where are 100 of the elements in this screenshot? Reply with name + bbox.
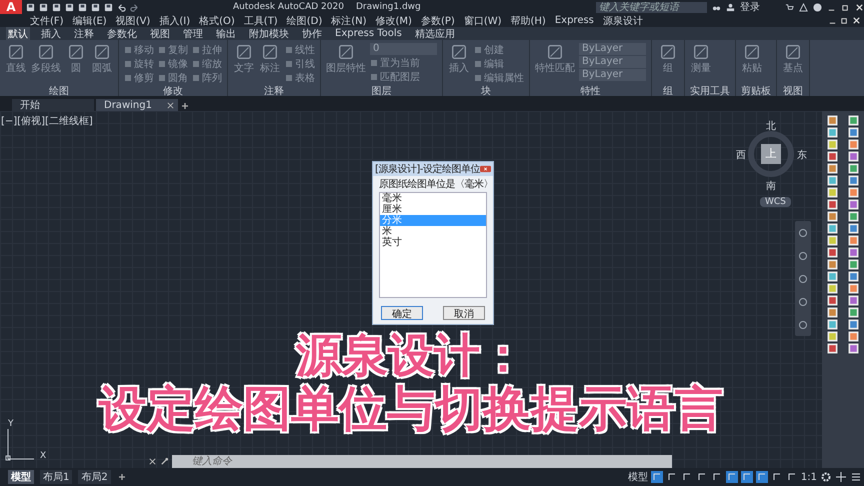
panel-title[interactable]: 实用工具	[690, 84, 730, 96]
tool-icon[interactable]	[848, 343, 859, 354]
ribbon-tab[interactable]: 管理	[181, 27, 205, 40]
tool-icon[interactable]	[848, 139, 859, 150]
tool-icon[interactable]	[848, 247, 859, 258]
menu-item[interactable]: 插入(I)	[159, 14, 190, 28]
tool-icon[interactable]	[827, 127, 838, 138]
add-icon[interactable]	[180, 101, 190, 111]
list-item[interactable]: 毫米	[380, 193, 486, 204]
tool-icon[interactable]	[848, 175, 859, 186]
dialog-button[interactable]: 确定	[381, 306, 423, 320]
ribbon-tab[interactable]: 协作	[300, 27, 324, 40]
tool-icon[interactable]	[848, 151, 859, 162]
ribbon-tool[interactable]: 多段线	[31, 43, 61, 84]
ribbon-tool[interactable]: 圆弧	[91, 43, 113, 84]
settings-icon[interactable]	[820, 471, 832, 483]
toolbar-icon[interactable]	[65, 2, 74, 12]
tool-icon[interactable]	[827, 211, 838, 222]
tool-icon[interactable]	[827, 271, 838, 282]
menu-item[interactable]: 文件(F)	[30, 14, 64, 28]
status-toggle-icon[interactable]	[786, 471, 798, 483]
menu-item[interactable]: 视图(V)	[116, 14, 150, 28]
list-item[interactable]: 英寸	[380, 237, 486, 248]
ribbon-tab[interactable]: 视图	[148, 27, 172, 40]
tool-icon[interactable]	[848, 259, 859, 270]
tool-icon[interactable]	[827, 151, 838, 162]
tool-icon[interactable]	[827, 343, 838, 354]
tool-icon[interactable]	[827, 163, 838, 174]
panel-title[interactable]: 剪贴板	[741, 84, 771, 96]
ribbon-tab[interactable]: 附加模块	[247, 27, 291, 40]
tool-icon[interactable]	[848, 115, 859, 126]
wcs-menu[interactable]: WCS	[760, 197, 791, 207]
tool-icon[interactable]	[848, 319, 859, 330]
tool-icon[interactable]	[848, 271, 859, 282]
ribbon-tool[interactable]: 创建	[474, 43, 524, 56]
menu-item[interactable]: 参数(P)	[420, 14, 455, 28]
ribbon-tab[interactable]: 默认	[6, 27, 30, 40]
menu-item[interactable]: 编辑(E)	[72, 14, 107, 28]
tool-icon[interactable]	[827, 283, 838, 294]
close-icon[interactable]	[148, 457, 157, 466]
menu-icon[interactable]	[850, 471, 862, 483]
layout-tab[interactable]: 模型	[8, 470, 34, 484]
compass-label[interactable]: 南	[766, 179, 776, 193]
ribbon-tab[interactable]: 输出	[214, 27, 238, 40]
ribbon-tab[interactable]: 参数化	[105, 27, 139, 40]
compass-label[interactable]: 西	[736, 148, 746, 162]
ribbon-tool[interactable]: 编辑属性	[474, 71, 524, 84]
tool-icon[interactable]	[827, 175, 838, 186]
layout-tab[interactable]: 布局1	[40, 470, 72, 484]
app-logo[interactable]: A	[0, 0, 22, 14]
tool-icon[interactable]	[848, 211, 859, 222]
tool-icon[interactable]	[848, 235, 859, 246]
list-item[interactable]: 米	[380, 226, 486, 237]
annotation-scale[interactable]: 1:1	[800, 472, 817, 482]
user-icon[interactable]	[726, 2, 735, 12]
tool-icon[interactable]	[848, 331, 859, 342]
ribbon-tab[interactable]: 注释	[72, 27, 96, 40]
ribbon-tool[interactable]: 粘贴	[741, 43, 763, 84]
menu-item[interactable]: 源泉设计	[602, 14, 643, 28]
close-icon[interactable]	[855, 2, 864, 12]
navigation-icon[interactable]	[798, 250, 808, 260]
navigation-icon[interactable]	[798, 320, 808, 330]
tool-icon[interactable]	[827, 307, 838, 318]
layout-tab[interactable]: 布局2	[78, 470, 111, 484]
tool-icon[interactable]	[848, 307, 859, 318]
ribbon-tool[interactable]: 组	[657, 43, 679, 84]
tool-icon[interactable]	[848, 163, 859, 174]
redo-icon[interactable]	[130, 2, 139, 12]
add-icon[interactable]	[116, 472, 127, 482]
status-toggle-icon[interactable]	[666, 471, 678, 483]
undo-icon[interactable]	[117, 2, 126, 12]
tool-icon[interactable]	[827, 115, 838, 126]
list-item[interactable]: 厘米	[380, 204, 486, 215]
status-toggle-icon[interactable]	[756, 471, 768, 483]
ribbon-tab[interactable]: 插入	[39, 27, 63, 40]
panel-title[interactable]: 视图	[782, 84, 804, 96]
ribbon-tool[interactable]: 编辑	[474, 57, 524, 70]
toolbar-icon[interactable]	[104, 2, 113, 12]
tool-icon[interactable]	[848, 223, 859, 234]
close-icon[interactable]	[167, 102, 174, 108]
ribbon-tool[interactable]: 复制	[158, 43, 188, 56]
toolbar-icon[interactable]	[26, 2, 35, 12]
view-cube[interactable]: 北 西 上 东 南	[738, 119, 808, 193]
viewport-label[interactable]: [−][俯视][二维线框]	[1, 114, 93, 128]
panel-title[interactable]: 组	[657, 84, 679, 96]
login-link[interactable]: 登录	[740, 0, 760, 14]
status-toggle-icon[interactable]	[770, 471, 783, 483]
status-toggle-icon[interactable]	[680, 471, 693, 483]
navigation-icon[interactable]	[798, 228, 808, 238]
tool-icon[interactable]	[827, 319, 838, 330]
tool-icon[interactable]	[827, 235, 838, 246]
menu-item[interactable]: 修改(M)	[376, 14, 412, 28]
ribbon-tool[interactable]: 缩放	[192, 57, 222, 70]
ribbon-tool[interactable]: 图层特性	[326, 43, 366, 84]
menu-item[interactable]: 帮助(H)	[510, 14, 546, 28]
menu-item[interactable]: 工具(T)	[244, 14, 278, 28]
compass-label[interactable]: 东	[797, 148, 807, 162]
command-input[interactable]: 键入命令	[172, 455, 672, 468]
ribbon-tool[interactable]: 插入	[448, 43, 470, 84]
wrench-icon[interactable]	[160, 457, 169, 466]
